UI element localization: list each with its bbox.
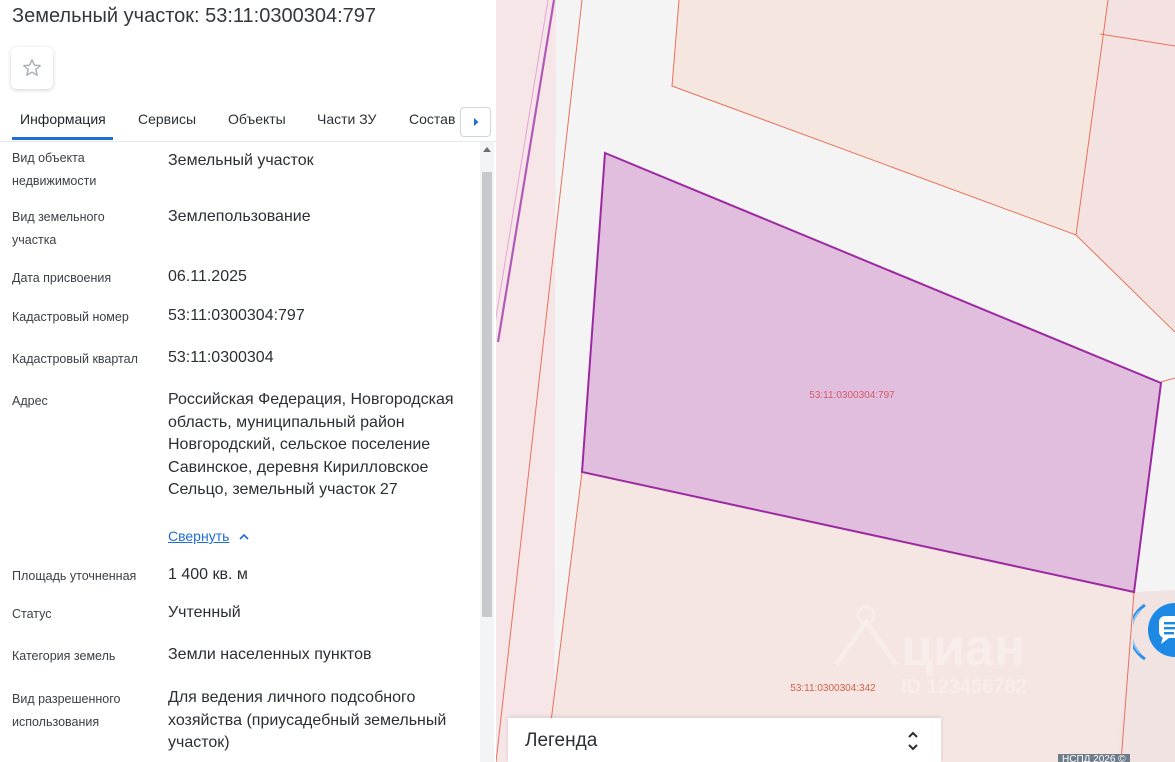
info-value: 06.11.2025 <box>168 268 247 285</box>
info-value: Учтенный <box>168 604 241 621</box>
legend-panel[interactable]: Легенда <box>508 718 941 762</box>
tab-parts[interactable]: Части ЗУ <box>317 111 376 127</box>
info-value: Землепользование <box>168 208 311 225</box>
info-label: Категория земель <box>12 649 116 663</box>
triangle-up-icon <box>483 147 491 152</box>
info-label: Кадастровый квартал <box>12 352 138 366</box>
legend-label: Легенда <box>525 730 598 751</box>
info-value: Российская Федерация, Новгородская облас… <box>168 391 454 498</box>
chat-button[interactable] <box>1128 597 1175 667</box>
watermark-text: циан <box>901 619 1025 677</box>
info-label: Кадастровый номер <box>12 310 129 324</box>
watermark-subtext: ID 123456782 <box>901 676 1027 698</box>
info-value: Земли населенных пунктов <box>168 646 372 663</box>
map-copyright: НСПД 2026 © <box>1058 754 1130 762</box>
info-label: Площадь уточненная <box>12 569 137 583</box>
tab-composition[interactable]: Состав <box>409 111 455 127</box>
chevron-up-icon <box>239 533 249 540</box>
parcel-label: 53:11:0300304:797 <box>809 390 895 401</box>
tab-objects[interactable]: Объекты <box>228 111 286 127</box>
info-value: 53:11:0300304:797 <box>168 307 305 324</box>
tab-information[interactable]: Информация <box>20 111 106 127</box>
tab-services[interactable]: Сервисы <box>138 111 196 127</box>
favorite-button[interactable] <box>11 47 53 89</box>
info-label: Статус <box>12 607 52 621</box>
info-value: 1 400 кв. м <box>168 566 248 583</box>
info-value: Земельный участок <box>168 152 314 169</box>
neighbor-parcel-label: 53:11:0300304:342 <box>790 683 876 694</box>
collapse-label: Свернуть <box>168 528 230 544</box>
tab-bar: Информация Сервисы Объекты Части ЗУ Сост… <box>0 100 496 142</box>
collapse-link[interactable]: Свернуть <box>168 528 249 544</box>
scrollbar-thumb[interactable] <box>482 172 492 617</box>
info-value: 53:11:0300304 <box>168 349 274 366</box>
active-tab-indicator <box>12 137 113 140</box>
chevron-right-icon <box>473 118 478 126</box>
map-canvas[interactable]: 53:11:0300304:797 53:11:0300304:342 циан… <box>496 0 1175 762</box>
object-info-panel: Земельный участок: 53:11:0300304:797 Инф… <box>0 0 496 762</box>
neighbor-parcel <box>672 0 1108 235</box>
info-list: Вид объекта недвижимости Земельный участ… <box>0 142 480 762</box>
scroll-up-arrow[interactable] <box>480 146 494 156</box>
chat-icon <box>1128 603 1175 661</box>
info-label: Дата присвоения <box>12 271 112 285</box>
neighbor-parcel <box>496 0 556 762</box>
page-title: Земельный участок: 53:11:0300304:797 <box>12 5 377 27</box>
star-icon <box>23 59 41 76</box>
panel-scrollbar[interactable] <box>480 142 494 762</box>
legend-toggle-button[interactable] <box>906 729 920 753</box>
info-label: Адрес <box>12 394 48 408</box>
info-value: Для ведения личного подсобного хозяйства… <box>168 689 447 751</box>
info-label: Вид земельного участка <box>12 210 105 247</box>
cadastral-map[interactable]: 53:11:0300304:797 53:11:0300304:342 циан… <box>496 0 1175 762</box>
chevron-up-down-icon <box>908 731 918 751</box>
info-label: Вид объекта недвижимости <box>12 151 97 188</box>
info-label: Вид разрешенного использования <box>12 692 121 729</box>
tabs-next-button[interactable] <box>460 107 491 137</box>
